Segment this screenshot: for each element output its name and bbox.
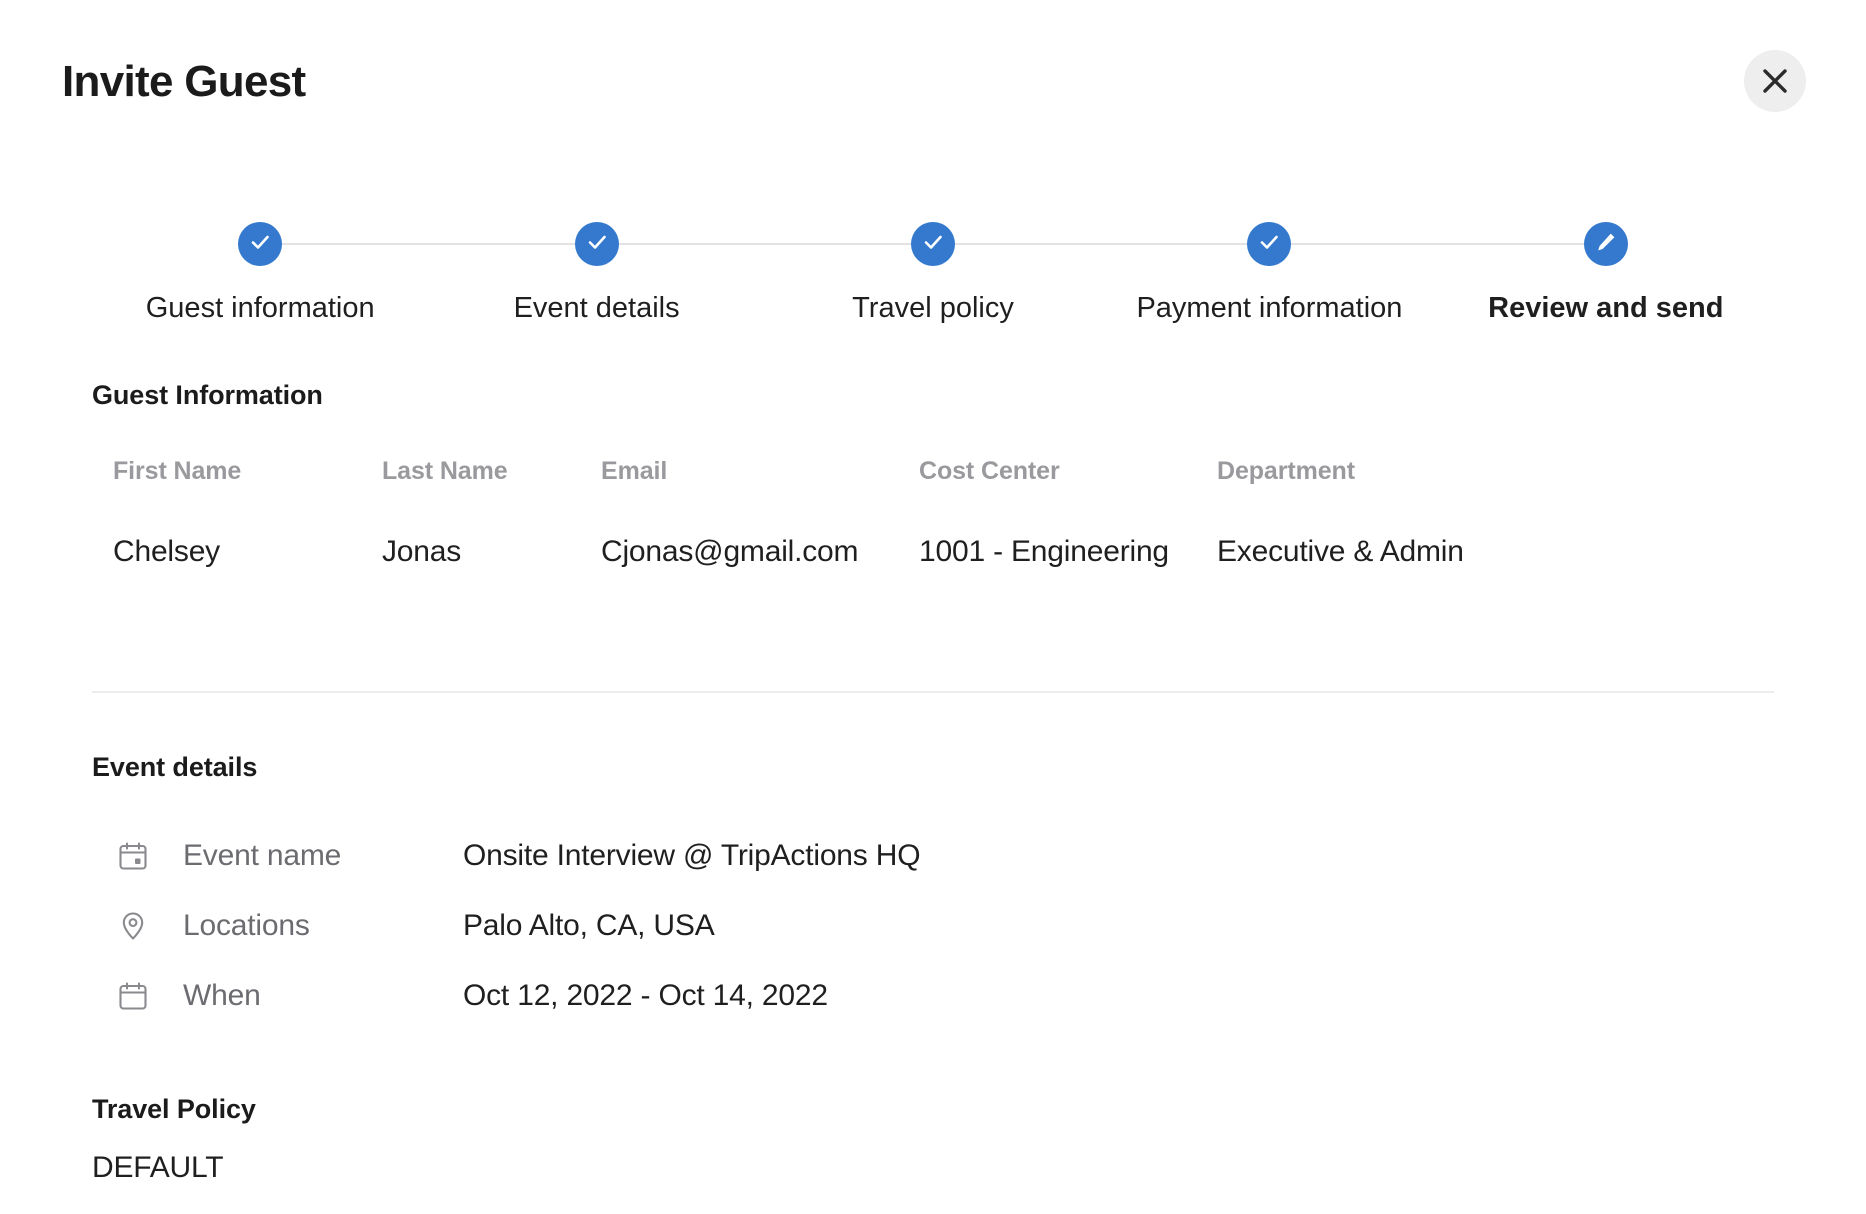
location-pin-icon <box>116 909 160 943</box>
column-header: Department <box>1217 457 1355 485</box>
close-button[interactable] <box>1744 50 1806 112</box>
event-row-event-name: Event name Onsite Interview @ TripAction… <box>92 821 1774 891</box>
column-header: Email <box>601 457 668 485</box>
table-column-email: Email Cjonas@gmail.com <box>601 457 919 569</box>
check-icon <box>585 230 609 259</box>
step-status-indicator <box>1247 222 1292 266</box>
column-value: Cjonas@gmail.com <box>601 535 859 568</box>
table-column-cost-center: Cost Center 1001 - Engineering <box>919 457 1217 569</box>
step-label: Event details <box>513 292 680 324</box>
event-row-label: Event name <box>183 839 342 872</box>
table-column-last-name: Last Name Jonas <box>382 457 601 569</box>
travel-policy-value: DEFAULT <box>92 1151 224 1184</box>
guest-information-table: First Name Chelsey Last Name Jonas Email… <box>92 457 1774 569</box>
event-row-value: Onsite Interview @ TripActions HQ <box>463 839 921 872</box>
page-title: Invite Guest <box>62 57 306 106</box>
step-status-indicator <box>1583 222 1628 266</box>
pencil-icon <box>1594 230 1618 259</box>
event-details-section: Event details Event name Onsite Intervie… <box>92 752 1774 1031</box>
step-event-details[interactable]: Event details <box>428 222 934 326</box>
step-connector-line <box>596 243 934 245</box>
event-row-value: Palo Alto, CA, USA <box>463 909 715 942</box>
column-value: Chelsey <box>113 535 220 568</box>
step-connector-line <box>260 243 597 245</box>
close-icon <box>1762 68 1788 94</box>
step-status-indicator <box>238 222 283 266</box>
step-label: Guest information <box>145 292 375 324</box>
table-column-department: Department Executive & Admin <box>1217 457 1774 569</box>
step-guest-information[interactable]: Guest information <box>92 222 597 326</box>
step-status-indicator <box>911 222 956 266</box>
event-row-locations: Locations Palo Alto, CA, USA <box>92 891 1774 961</box>
step-label: Review and send <box>1488 292 1724 324</box>
column-value: 1001 - Engineering <box>919 535 1169 568</box>
calendar-event-icon <box>116 839 160 873</box>
event-details-heading: Event details <box>92 752 258 782</box>
column-header: First Name <box>113 457 242 485</box>
check-icon <box>248 230 272 259</box>
calendar-icon <box>116 979 160 1013</box>
event-row-when: When Oct 12, 2022 - Oct 14, 2022 <box>92 961 1774 1031</box>
check-icon <box>1257 230 1281 259</box>
step-review-and-send[interactable]: Review and send <box>1438 222 1774 326</box>
travel-policy-heading: Travel Policy <box>92 1094 256 1124</box>
step-travel-policy[interactable]: Travel policy <box>765 222 1270 326</box>
table-column-first-name: First Name Chelsey <box>113 457 382 569</box>
step-status-indicator <box>574 222 619 266</box>
step-payment-information[interactable]: Payment information <box>1101 222 1606 326</box>
progress-stepper: Guest information Event details Travel p… <box>92 222 1774 326</box>
step-connector-line <box>1269 243 1606 245</box>
guest-information-section: Guest Information First Name Chelsey Las… <box>92 380 1774 569</box>
column-value: Jonas <box>382 535 462 568</box>
column-header: Cost Center <box>919 457 1060 485</box>
column-header: Last Name <box>382 457 508 485</box>
travel-policy-section: Travel Policy DEFAULT <box>92 1094 1774 1185</box>
section-divider <box>92 691 1774 693</box>
check-icon <box>921 230 945 259</box>
step-label: Payment information <box>1136 292 1403 324</box>
invite-guest-modal: Invite Guest Guest information Event det… <box>0 0 1866 1214</box>
step-label: Travel policy <box>852 292 1014 324</box>
event-row-label: When <box>183 979 261 1012</box>
event-row-label: Locations <box>183 909 310 942</box>
event-row-value: Oct 12, 2022 - Oct 14, 2022 <box>463 979 828 1012</box>
guest-information-heading: Guest Information <box>92 380 323 410</box>
column-value: Executive & Admin <box>1217 535 1464 568</box>
step-connector-line <box>933 243 1270 245</box>
